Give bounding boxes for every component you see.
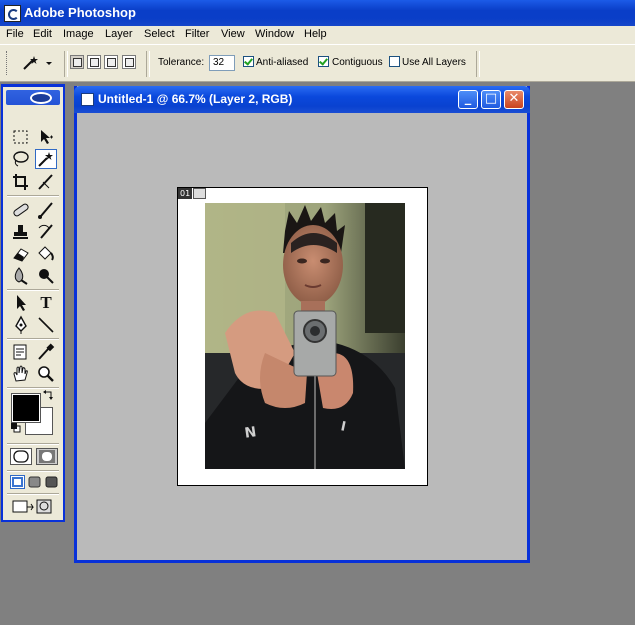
- eyedropper-tool-icon[interactable]: [35, 342, 57, 362]
- photo-layer[interactable]: N I: [205, 203, 405, 469]
- toolbox-separator: [7, 493, 59, 495]
- menu-edit[interactable]: Edit: [33, 28, 52, 40]
- use-all-layers-label[interactable]: Use All Layers: [402, 57, 466, 68]
- menu-help[interactable]: Help: [304, 28, 327, 40]
- new-selection-button[interactable]: [70, 55, 84, 69]
- menu-window[interactable]: Window: [255, 28, 294, 40]
- svg-text:N: N: [244, 424, 258, 441]
- full-screen-mode-button[interactable]: [44, 475, 59, 489]
- app-title-bar: Adobe Photoshop: [0, 0, 635, 26]
- options-grip[interactable]: [6, 51, 10, 75]
- document-icon: [81, 93, 94, 106]
- crop-tool-icon[interactable]: [10, 172, 32, 192]
- subtract-from-selection-button[interactable]: [104, 55, 118, 69]
- anti-aliased-checkbox[interactable]: [243, 56, 254, 67]
- use-all-layers-checkbox[interactable]: [389, 56, 400, 67]
- magic-wand-tool-icon[interactable]: [35, 149, 57, 169]
- menu-image[interactable]: Image: [63, 28, 94, 40]
- contiguous-label[interactable]: Contiguous: [332, 57, 383, 68]
- dodge-tool-icon[interactable]: [35, 266, 57, 286]
- imageready-icon: [12, 499, 52, 514]
- toolbox-separator: [7, 470, 59, 472]
- separator: [476, 51, 480, 77]
- paint-bucket-tool-icon[interactable]: [35, 244, 57, 264]
- foreground-color-swatch-top[interactable]: [11, 393, 41, 423]
- hand-tool-icon[interactable]: [10, 364, 32, 384]
- toolbox-separator: [7, 338, 59, 340]
- toolbox-separator: [7, 289, 59, 291]
- options-bar: Tolerance: 32 Anti-aliased Contiguous Us…: [0, 44, 635, 82]
- contiguous-checkbox[interactable]: [318, 56, 329, 67]
- standard-screen-mode-button[interactable]: [10, 475, 25, 489]
- full-screen-menu-mode-button[interactable]: [27, 475, 42, 489]
- toolbox-separator: [7, 195, 59, 197]
- maximize-button[interactable]: □: [481, 90, 501, 109]
- menu-view[interactable]: View: [221, 28, 245, 40]
- separator: [146, 51, 150, 77]
- photoshop-icon: [4, 5, 21, 22]
- tool-preset-picker[interactable]: [20, 53, 60, 73]
- type-tool-icon[interactable]: T: [35, 293, 57, 313]
- move-tool-icon[interactable]: [35, 127, 57, 147]
- eraser-tool-icon[interactable]: [10, 244, 32, 264]
- swap-colors-icon[interactable]: [43, 389, 55, 404]
- close-button[interactable]: ✕: [504, 90, 524, 109]
- brush-tool-icon[interactable]: [35, 200, 57, 220]
- marquee-tool-icon[interactable]: [10, 127, 32, 147]
- lasso-tool-icon[interactable]: [10, 149, 32, 169]
- notes-tool-icon[interactable]: [10, 342, 32, 362]
- slice-auto-icon: [193, 188, 207, 199]
- menu-filter[interactable]: Filter: [185, 28, 209, 40]
- tolerance-label: Tolerance:: [158, 57, 205, 68]
- menu-layer[interactable]: Layer: [105, 28, 133, 40]
- self-portrait-photo: N I: [205, 203, 405, 469]
- document-title: Untitled-1 @ 66.7% (Layer 2, RGB): [98, 92, 293, 106]
- menu-select[interactable]: Select: [144, 28, 175, 40]
- default-colors-icon[interactable]: [11, 423, 23, 438]
- adobe-online-icon[interactable]: [30, 92, 52, 104]
- minimize-button[interactable]: _: [458, 90, 478, 109]
- blur-tool-icon[interactable]: [10, 266, 32, 286]
- minimize-icon: _: [464, 91, 472, 106]
- anti-aliased-label[interactable]: Anti-aliased: [256, 57, 308, 68]
- slice-tool-icon[interactable]: [35, 172, 57, 192]
- toolbox-separator: [7, 443, 59, 445]
- app-title: Adobe Photoshop: [24, 5, 136, 20]
- maximize-icon: □: [484, 91, 498, 106]
- image-canvas[interactable]: 01 N I: [177, 187, 428, 486]
- menu-bar: File Edit Image Layer Select Filter View…: [0, 26, 635, 44]
- path-selection-tool-icon[interactable]: [10, 293, 32, 313]
- menu-file[interactable]: File: [6, 28, 24, 40]
- magic-wand-icon: [23, 56, 52, 70]
- standard-mode-button[interactable]: [10, 448, 32, 465]
- tolerance-input[interactable]: 32: [209, 55, 235, 71]
- separator: [64, 51, 68, 77]
- intersect-selection-button[interactable]: [122, 55, 136, 69]
- clone-stamp-tool-icon[interactable]: [10, 222, 32, 242]
- line-tool-icon[interactable]: [35, 315, 57, 335]
- zoom-tool-icon[interactable]: [35, 364, 57, 384]
- healing-brush-tool-icon[interactable]: [10, 200, 32, 220]
- jump-to-imageready-button[interactable]: [11, 497, 59, 517]
- slice-badge: 01: [178, 188, 207, 200]
- quick-mask-mode-button[interactable]: [36, 448, 58, 465]
- history-brush-tool-icon[interactable]: [35, 222, 57, 242]
- slice-number: 01: [178, 188, 193, 199]
- toolbox-panel: T: [1, 84, 65, 522]
- toolbox-header[interactable]: [6, 90, 60, 105]
- pen-tool-icon[interactable]: [10, 315, 32, 335]
- add-to-selection-button[interactable]: [87, 55, 101, 69]
- close-icon: ✕: [508, 91, 520, 106]
- document-title-bar[interactable]: Untitled-1 @ 66.7% (Layer 2, RGB) _ □ ✕: [74, 86, 530, 113]
